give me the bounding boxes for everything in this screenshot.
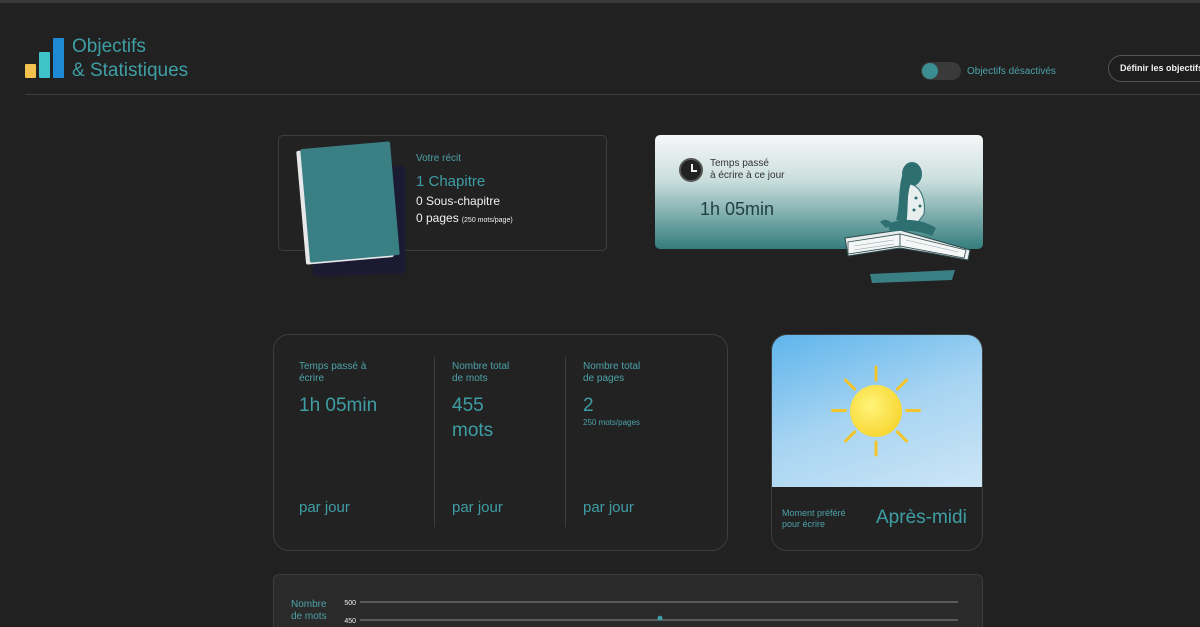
total-words-label-line2: de mots <box>452 373 488 384</box>
preferred-moment-label: Moment préféré pour écrire <box>782 508 846 530</box>
chart-y-axis-label-line1: Nombre <box>291 599 327 610</box>
page-count: 0 pages (250 mots/page) <box>416 211 513 225</box>
clock-icon <box>679 158 703 182</box>
sun-icon <box>850 385 902 437</box>
chart-y-tick-label: 450 <box>344 618 356 625</box>
column-divider <box>565 357 566 527</box>
writing-time-label-line2: écrire <box>299 373 325 384</box>
chapter-count: 1 Chapitre <box>416 173 486 190</box>
chart-data-point[interactable] <box>657 615 663 621</box>
total-words-label: Nombre total de mots <box>452 361 509 385</box>
total-pages-note: 250 mots/pages <box>583 418 640 427</box>
time-spent-label-line2: à écrire à ce jour <box>710 170 785 181</box>
total-pages-label: Nombre total de pages <box>583 361 640 385</box>
writing-time-label: Temps passé à écrire <box>299 361 366 385</box>
preferred-moment-label-line2: pour écrire <box>782 519 826 529</box>
chart-y-axis-label: Nombre de mots <box>291 599 327 623</box>
page-count-note: (250 mots/page) <box>461 217 513 224</box>
page-title: Objectifs & Statistiques <box>72 35 188 83</box>
book-icon <box>296 141 409 277</box>
chart-y-tick-label: 500 <box>344 600 356 607</box>
statistics-logo-icon <box>25 38 65 78</box>
total-pages-per-day: par jour <box>583 499 634 516</box>
time-spent-label-line1: Temps passé <box>710 158 769 169</box>
preferred-moment-value: Après-midi <box>876 507 967 528</box>
writing-time-value: 1h 05min <box>299 395 378 416</box>
define-objectives-button[interactable]: Définir les objectifs <box>1108 55 1200 82</box>
preferred-moment-label-line1: Moment préféré <box>782 508 846 518</box>
words-line-chart: 500 450 <box>344 600 958 625</box>
chart-y-axis-label-line2: de mots <box>291 611 327 622</box>
page-title-line1: Objectifs <box>72 36 146 57</box>
page-header: Objectifs & Statistiques Objectifs désac… <box>0 0 1200 95</box>
total-words-value: 455 mots <box>452 393 493 443</box>
time-spent-value: 1h 05min <box>700 199 775 219</box>
total-pages-label-line2: de pages <box>583 373 625 384</box>
sky-illustration <box>772 335 982 487</box>
story-label: Votre récit <box>416 153 462 164</box>
total-pages-value: 2 <box>583 395 594 416</box>
subchapter-count: 0 Sous-chapitre <box>416 194 501 208</box>
total-pages-label-line1: Nombre total <box>583 361 641 372</box>
column-divider <box>434 357 435 527</box>
writing-time-label-line1: Temps passé à <box>299 361 367 372</box>
total-words-per-day: par jour <box>452 499 503 516</box>
preferred-moment-card: Moment préféré pour écrire Après-midi <box>771 334 983 551</box>
page-count-value: 0 pages <box>416 211 459 225</box>
reading-woman-illustration <box>844 162 971 283</box>
objectives-toggle-label: Objectifs désactivés <box>967 66 1056 77</box>
page-title-line2: & Statistiques <box>72 60 189 81</box>
total-words-label-line1: Nombre total <box>452 361 510 372</box>
header-divider <box>25 94 1200 95</box>
writing-time-per-day: par jour <box>299 499 350 516</box>
objectives-toggle[interactable] <box>921 62 961 80</box>
total-words-number: 455 <box>452 395 484 416</box>
time-spent-label: Temps passé à écrire à ce jour <box>710 158 784 182</box>
total-words-unit: mots <box>452 420 494 441</box>
toggle-knob <box>922 63 938 79</box>
